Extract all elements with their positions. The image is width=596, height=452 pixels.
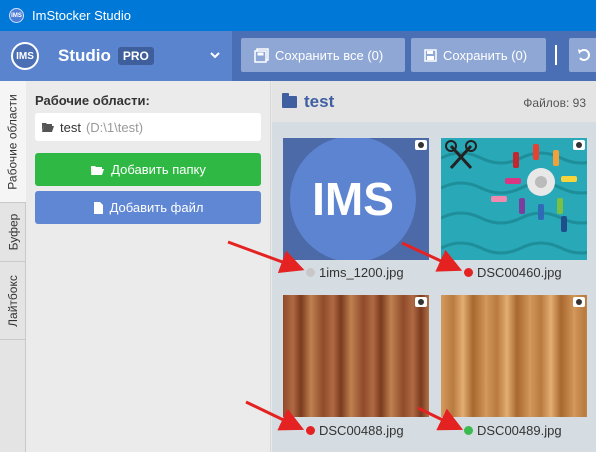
thumbnail-dsc00488[interactable] — [283, 295, 429, 417]
file-browser: test Файлов: 93 IMS 1ims_1200.jpg DSC004… — [272, 81, 596, 452]
file-icon — [93, 201, 103, 214]
add-file-label: Добавить файл — [109, 200, 204, 215]
folder-icon — [282, 93, 297, 108]
ims-logo-icon: IMS — [11, 42, 39, 70]
file-count: Файлов: 93 — [523, 96, 586, 110]
vertical-tabs: Рабочие области Буфер Лайтбокс — [0, 81, 26, 452]
file-name: DSC00489.jpg — [477, 423, 562, 438]
tab-workspaces[interactable]: Рабочие области — [0, 81, 26, 203]
studio-selector[interactable]: IMS Studio PRO — [0, 31, 232, 81]
threads-image — [441, 138, 587, 260]
workspaces-title: Рабочие области: — [35, 93, 150, 108]
file-name: DSC00460.jpg — [477, 265, 562, 280]
status-dot-icon — [464, 268, 473, 277]
thumbnail-dsc00489[interactable] — [441, 295, 587, 417]
ims-logo-image: IMS — [290, 138, 416, 260]
save-button[interactable]: Сохранить (0) — [411, 38, 546, 72]
workspaces-panel: Рабочие области: test (D:\1\test) Добави… — [26, 81, 271, 452]
file-caption: 1ims_1200.jpg — [306, 265, 404, 280]
folder-title: test — [282, 92, 334, 112]
title-bar: IMS ImStocker Studio — [0, 0, 596, 31]
folder-header: test Файлов: 93 — [272, 81, 596, 122]
pro-badge: PRO — [117, 47, 154, 65]
camera-icon — [573, 140, 585, 150]
status-dot-icon — [464, 426, 473, 435]
add-folder-button[interactable]: Добавить папку — [35, 153, 261, 186]
workspace-name: test — [60, 119, 81, 135]
thumbnail-dsc00460[interactable] — [441, 138, 587, 260]
app-logo-icon: IMS — [9, 8, 24, 23]
status-dot-icon — [306, 426, 315, 435]
file-name: 1ims_1200.jpg — [319, 265, 404, 280]
add-file-button[interactable]: Добавить файл — [35, 191, 261, 224]
add-folder-label: Добавить папку — [111, 162, 206, 177]
folder-title-text: test — [304, 92, 335, 111]
file-caption: DSC00489.jpg — [464, 423, 562, 438]
camera-icon — [573, 297, 585, 307]
save-icon — [424, 48, 437, 62]
save-all-icon — [254, 47, 269, 63]
tab-buffer[interactable]: Буфер — [0, 203, 26, 262]
header-divider — [555, 45, 557, 65]
window-title: ImStocker Studio — [32, 8, 131, 23]
thumbnail-1ims[interactable]: IMS — [283, 138, 429, 260]
status-dot-icon — [306, 268, 315, 277]
folder-open-icon — [91, 165, 105, 175]
app-header: IMS Studio PRO Сохранить все (0) Сохрани… — [0, 31, 596, 81]
undo-icon — [578, 49, 590, 61]
chevron-down-icon — [210, 52, 220, 59]
tab-workspaces-label: Рабочие области — [6, 93, 21, 190]
folder-open-icon — [42, 123, 54, 132]
tab-lightbox[interactable]: Лайтбокс — [0, 262, 26, 340]
file-name: DSC00488.jpg — [319, 423, 404, 438]
workspace-path: (D:\1\test) — [85, 119, 144, 135]
save-all-button[interactable]: Сохранить все (0) — [241, 38, 405, 72]
undo-button[interactable] — [569, 38, 596, 72]
file-caption: DSC00460.jpg — [464, 265, 562, 280]
camera-icon — [415, 140, 427, 150]
studio-label: Studio — [58, 46, 111, 65]
save-label: Сохранить (0) — [443, 47, 528, 63]
save-all-label: Сохранить все (0) — [275, 47, 384, 63]
file-caption: DSC00488.jpg — [306, 423, 404, 438]
camera-icon — [415, 297, 427, 307]
tab-buffer-label: Буфер — [6, 213, 21, 251]
workspace-item[interactable]: test (D:\1\test) — [35, 113, 261, 141]
thumbnail-grid: IMS 1ims_1200.jpg DSC00460.jpg DSC00488.… — [272, 122, 596, 452]
tab-lightbox-label: Лайтбокс — [6, 274, 20, 327]
